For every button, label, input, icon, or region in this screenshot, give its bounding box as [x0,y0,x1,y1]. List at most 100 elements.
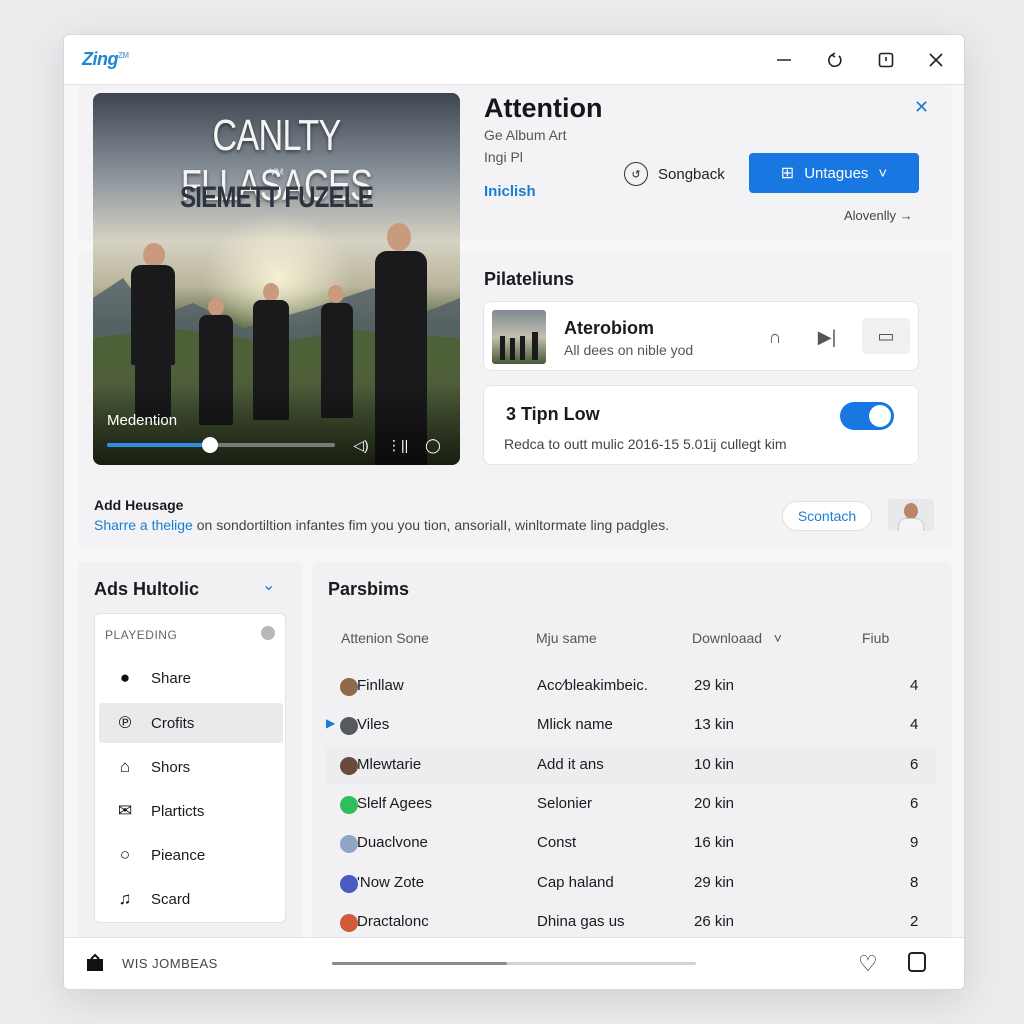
close-icon[interactable] [924,48,948,72]
table-row[interactable]: 'Now Zote Cap haland 29 kin 8 [326,864,936,902]
avatar[interactable] [888,499,934,531]
song-title: Attention [484,93,603,123]
sidebar-item-plarticts[interactable]: ✉ Plarticts [99,791,283,831]
playlist-thumbnail [492,310,546,364]
track-avatar [340,678,358,696]
song-language-link[interactable]: Iniclish [484,183,536,200]
minimize-icon[interactable] [772,48,796,72]
art-mid: VM [269,167,284,177]
cell-num: 4 [910,677,919,694]
sidebar-item-label: Shors [151,758,191,776]
volume-icon[interactable]: ◁) [351,435,371,455]
progress-fill [107,443,210,447]
home-icon: ⌂ [119,757,131,776]
music-note-icon: ♫ [118,889,132,908]
message-title: Add Heusage [94,497,184,513]
mail-icon: ✉ [117,801,133,820]
contact-button[interactable]: Scontach [782,501,872,531]
maximize-icon[interactable] [874,48,898,72]
column-header-download[interactable]: Downloaad ˅ [692,630,782,646]
table-row[interactable]: Slelf Agees Selonier 20 kin 6 [326,785,936,823]
bottom-bar: WIS JOMBEAS ♡ [64,937,964,989]
progress-slider[interactable] [107,437,335,453]
sidebar-item-pieance[interactable]: ○ Pieance [99,835,283,875]
display-icon[interactable]: ▭ [862,318,910,354]
cell-artist: Const [537,834,577,851]
cell-artist: Add it ans [537,756,604,773]
cell-dl: 20 kin [694,795,735,812]
cell-dl: 10 kin [694,756,735,773]
table-row[interactable]: Duaclvone Const 16 kin 9 [326,824,936,862]
cell-num: 9 [910,834,919,851]
cell-name: Slelf Agees [357,795,433,812]
table-heading: Parsbims [328,579,410,599]
pinterest-icon: ℗ [118,713,132,732]
grid-icon: ⊞ [780,165,795,182]
songback-button[interactable]: ↺ Songback [624,161,725,187]
sidebar-item-label: Plarticts [151,802,205,820]
cell-dl: 29 kin [694,874,735,891]
cell-dl: 13 kin [694,716,735,733]
cell-num: 6 [910,795,919,812]
cell-artist: Selonier [537,795,593,812]
sidebar-section-label: PLAYEDING [105,628,178,642]
song-meta-album: Ge Album Art [484,127,567,143]
track-avatar [340,914,358,932]
play-indicator-icon: ▶ [326,716,336,730]
chevron-down-icon[interactable]: ⌄ [262,575,275,595]
headphones-icon[interactable]: ∩ [762,324,788,350]
cell-name: 'Now Zote [357,874,425,891]
toggle-card-subtitle: Redca to outt mulic 2016-15 5.01ĳ culleg… [504,436,787,452]
column-header-name[interactable]: Attenion Sone [341,630,429,646]
cell-dl: 16 kin [694,834,735,851]
chevron-down-icon: ˅ [878,164,888,182]
playlist-card[interactable]: Aterobiom All dees on nible yod ∩ ▶| ▭ [483,301,919,371]
next-track-icon[interactable]: ▶| [814,324,840,350]
song-meta-artist: Ingi Pl [484,149,523,165]
toggle-card: 3 Tipn Low Redca to outt mulic 2016-15 5… [483,385,919,465]
feature-toggle[interactable] [840,402,894,430]
title-bar: ZingZM [64,35,964,85]
sidebar-heading: Ads Hultolic [94,579,200,599]
message-body: Sharre a thelige on sondortiltion infant… [94,517,669,533]
track-avatar [340,796,358,814]
track-avatar [340,757,358,775]
cell-name: Mlewtarie [357,756,422,773]
track-avatar [340,875,358,893]
close-panel-icon[interactable]: ✕ [914,97,929,118]
cell-name: Viles [357,716,390,733]
table-row[interactable]: Mlewtarie Add it ans 10 kin 6 [326,746,936,784]
bottom-progress[interactable] [332,962,696,965]
cell-dl: 26 kin [694,913,735,930]
settings-icon[interactable] [261,626,275,640]
app-logo: ZingZM [82,49,129,69]
playlist-subtitle: All dees on nible yod [564,342,694,358]
primary-action-label: Untagues [804,164,869,182]
equalizer-icon[interactable]: ⋮|| [387,435,408,455]
message-link[interactable]: Sharre a thelige [94,517,193,533]
progress-knob[interactable] [201,437,218,453]
more-link[interactable]: Alovenlly → [844,208,913,223]
table-row[interactable]: Finllaw Acc⁄bleakimbeic. 29 kin 4 [326,667,936,705]
bag-icon[interactable] [84,952,106,974]
column-header-artist[interactable]: Mju same [536,630,597,646]
sidebar-item-label: Scard [151,890,191,908]
cell-num: 4 [910,716,919,733]
chat-bubble-icon[interactable]: ◯ [423,435,443,455]
sidebar-item-shors[interactable]: ⌂ Shors [99,747,283,787]
refresh-icon[interactable] [823,48,847,72]
cell-artist: Dhina gas us [537,913,625,930]
songback-label: Songback [658,165,725,183]
cell-name: Duaclvone [357,834,428,851]
table-row[interactable]: Dractalonc Dhina gas us 26 kin 2 [326,903,936,941]
primary-action-button[interactable]: ⊞ Untagues ˅ [749,153,919,193]
cell-name: Dractalonc [357,913,429,930]
sidebar-item-share[interactable]: ● Share [99,658,283,698]
heart-icon[interactable]: ♡ [858,951,878,977]
cell-num: 2 [910,913,919,930]
device-icon[interactable] [908,952,926,972]
sidebar-item-scard[interactable]: ♫ Scard [99,879,283,919]
column-header-count[interactable]: Fiub [862,630,889,646]
table-row[interactable]: ▶ Viles Mlick name 13 kin 4 [326,706,936,744]
sidebar-item-crofits[interactable]: ℗ Crofits [99,703,283,743]
